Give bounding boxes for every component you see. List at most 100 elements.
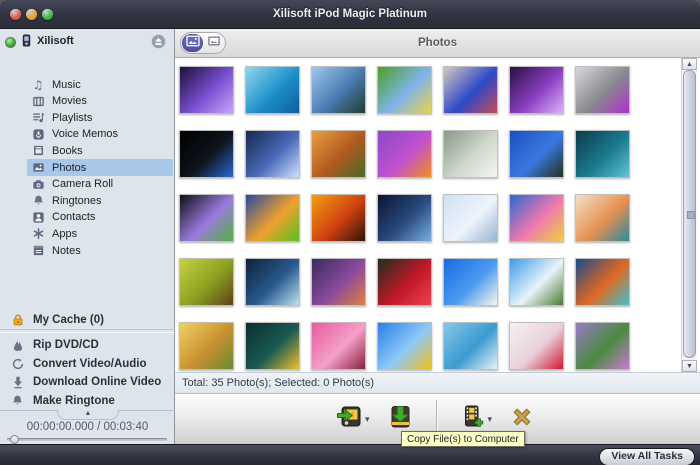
scroll-up-icon[interactable]: ▲ xyxy=(682,58,697,70)
contacts-icon xyxy=(31,210,45,224)
copy-to-device-button[interactable] xyxy=(335,405,363,433)
photo-grid: ▲ ▼ xyxy=(175,58,700,372)
photo-thumbnail-ice-angel[interactable] xyxy=(443,194,498,242)
copy-to-computer-icon xyxy=(387,404,413,435)
cache-label: My Cache (0) xyxy=(33,314,104,326)
playlists-icon xyxy=(31,111,45,125)
photo-thumbnail-sunflower-field[interactable] xyxy=(377,322,432,370)
sidebar-tool-rip-dvd-cd[interactable]: Rip DVD/CD xyxy=(10,336,170,354)
photos-icon xyxy=(31,161,45,175)
photo-thumbnail-cloud-cottage[interactable] xyxy=(509,258,564,306)
device-name: Xilisoft xyxy=(37,35,74,47)
task-bar: View All Tasks xyxy=(0,444,700,465)
notes-icon xyxy=(31,244,45,258)
player-collapse-handle[interactable]: ▲ xyxy=(0,410,175,421)
photo-thumbnail-tropical-beach[interactable] xyxy=(245,66,300,114)
sidebar-tool-convert-video-audio[interactable]: Convert Video/Audio xyxy=(10,355,170,373)
photo-thumbnail-sky-daisy[interactable] xyxy=(443,258,498,306)
photo-thumbnail-mermaid[interactable] xyxy=(575,130,630,178)
photo-thumbnail-mandarin-fish[interactable] xyxy=(575,258,630,306)
photo-thumbnail-golden-bride[interactable] xyxy=(179,322,234,370)
vertical-scrollbar[interactable]: ▲ ▼ xyxy=(681,58,697,372)
photo-thumbnail-sunrise-meadow[interactable] xyxy=(245,194,300,242)
ipod-icon xyxy=(20,33,33,53)
photo-thumbnail-purple-poppies[interactable] xyxy=(377,130,432,178)
window-title: Xilisoft iPod Magic Platinum xyxy=(273,8,427,20)
seek-slider[interactable] xyxy=(7,435,167,444)
sidebar-item-voice-memos[interactable]: Voice Memos xyxy=(27,126,173,143)
photo-thumbnail-purple-christmas-tree[interactable] xyxy=(179,66,234,114)
sidebar-item-notes[interactable]: Notes xyxy=(27,242,173,259)
scrollbar-thumb[interactable] xyxy=(683,70,696,358)
convert-icon xyxy=(10,356,25,371)
movies-icon xyxy=(31,94,45,108)
photo-thumbnail-chrome-butterfly[interactable] xyxy=(575,66,630,114)
collapse-arrow-icon: ▲ xyxy=(84,410,92,417)
sidebar-divider xyxy=(0,329,175,333)
sidebar-item-apps[interactable]: Apps xyxy=(27,225,173,242)
photo-thumbnail-cherry-blossoms[interactable] xyxy=(509,194,564,242)
chevron-down-icon[interactable]: ▾ xyxy=(365,414,370,425)
photo-thumbnail-sunset-villa[interactable] xyxy=(575,194,630,242)
flame-icon xyxy=(10,338,25,353)
photo-thumbnail-blue-butterfly[interactable] xyxy=(377,66,432,114)
bell-icon xyxy=(10,393,25,408)
photo-thumbnail-black-cat-blue-eyes[interactable] xyxy=(179,130,234,178)
sidebar-item-ringtones[interactable]: Ringtones xyxy=(27,192,173,209)
photo-thumbnail-flower-meadow[interactable] xyxy=(575,322,630,370)
photo-thumbnail-purple-butterfly-glow[interactable] xyxy=(509,66,564,114)
music-icon: ♫ xyxy=(32,77,44,92)
photo-thumbnail-moon-fairy[interactable] xyxy=(245,130,300,178)
seek-slider-knob[interactable] xyxy=(10,435,19,444)
sidebar: Xilisoft ♫ Music Movies Playlists Voice Memo… xyxy=(0,29,175,465)
add-file-button[interactable] xyxy=(458,405,486,433)
copy-to-device-icon xyxy=(336,404,362,435)
photo-thumbnail-pink-tree[interactable] xyxy=(311,322,366,370)
scroll-down-icon[interactable]: ▼ xyxy=(682,360,697,372)
sidebar-item-books[interactable]: Books xyxy=(27,142,173,159)
photo-thumbnail-evening-field[interactable] xyxy=(509,130,564,178)
photo-thumbnail-bluebird-blossoms[interactable] xyxy=(443,66,498,114)
view-all-tasks-button[interactable]: View All Tasks xyxy=(599,448,695,465)
photo-thumbnail-sparkle-fairy[interactable] xyxy=(245,258,300,306)
add-file-icon xyxy=(459,404,485,435)
device-row[interactable]: Xilisoft xyxy=(0,33,174,51)
photo-thumbnail-red-rose[interactable] xyxy=(377,258,432,306)
apps-icon xyxy=(31,227,45,241)
chevron-down-icon[interactable]: ▾ xyxy=(488,414,493,425)
photo-thumbnail-white-horse[interactable] xyxy=(443,130,498,178)
photo-thumbnail-mountain-lake[interactable] xyxy=(311,66,366,114)
sidebar-item-movies[interactable]: Movies xyxy=(27,93,173,110)
eject-icon[interactable] xyxy=(151,34,166,49)
page-title: Photos xyxy=(418,37,457,49)
sidebar-item-camera-roll[interactable]: Camera Roll xyxy=(27,176,173,193)
sidebar-item-photos[interactable]: Photos xyxy=(27,159,173,176)
sidebar-item-my-cache[interactable]: My Cache (0) xyxy=(10,311,170,329)
tooltip: Copy File(s) to Computer xyxy=(401,431,525,447)
bell-icon xyxy=(31,194,45,208)
sidebar-item-contacts[interactable]: Contacts xyxy=(27,209,173,226)
photo-thumbnail-autumn-park[interactable] xyxy=(179,258,234,306)
photo-thumbnail-roses-gift[interactable] xyxy=(509,322,564,370)
sidebar-item-music[interactable]: ♫ Music xyxy=(27,76,173,93)
status-bar: Total: 35 Photo(s); Selected: 0 Photo(s) xyxy=(175,372,700,394)
sidebar-item-playlists[interactable]: Playlists xyxy=(27,109,173,126)
camera-icon xyxy=(31,177,45,191)
photo-thumbnail-violet-dusk[interactable] xyxy=(311,258,366,306)
delete-icon xyxy=(509,404,535,435)
sidebar-tool-download-online-video[interactable]: Download Online Video xyxy=(10,373,170,391)
photo-thumbnail-yellow-butterfly[interactable] xyxy=(245,322,300,370)
sidebar-tool-make-ringtone[interactable]: Make Ringtone xyxy=(10,392,170,410)
main-header: Photos xyxy=(175,29,700,58)
photo-thumbnail-rainbow-rose[interactable] xyxy=(179,194,234,242)
main-panel: Photos ▲ ▼ Total: 35 Photo(s); Selected:… xyxy=(175,29,700,444)
photo-thumbnail-planet-fantasy[interactable] xyxy=(377,194,432,242)
voice-memos-icon xyxy=(31,127,45,141)
lock-icon xyxy=(10,313,25,328)
photo-thumbnail-autumn-dawn[interactable] xyxy=(311,130,366,178)
photo-thumbnail-waterfall[interactable] xyxy=(443,322,498,370)
copy-to-computer-button[interactable] xyxy=(386,405,414,433)
title-bar: Xilisoft iPod Magic Platinum xyxy=(0,0,700,29)
photo-thumbnail-red-sunset-bay[interactable] xyxy=(311,194,366,242)
delete-button[interactable] xyxy=(508,405,536,433)
